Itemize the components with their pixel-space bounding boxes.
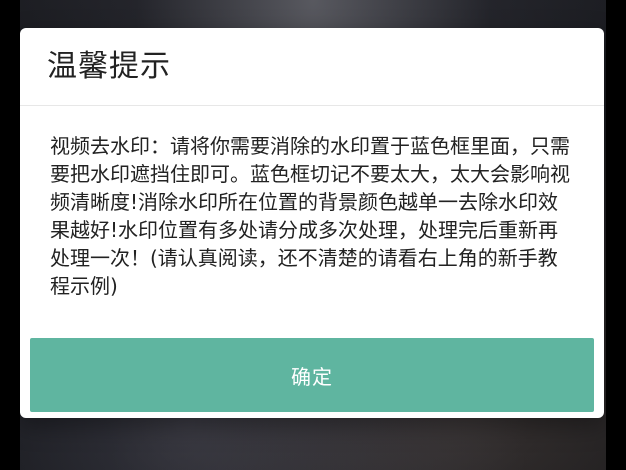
- dialog-message: 视频去水印：请将你需要消除的水印置于蓝色框里面，只需要把水印遮挡住即可。蓝色框切…: [50, 134, 570, 298]
- right-letterbox: [606, 0, 626, 470]
- confirm-button[interactable]: 确定: [30, 338, 594, 412]
- tip-dialog: 温馨提示 视频去水印：请将你需要消除的水印置于蓝色框里面，只需要把水印遮挡住即可…: [20, 28, 604, 418]
- confirm-button-label: 确定: [291, 364, 333, 389]
- screen: 温馨提示 视频去水印：请将你需要消除的水印置于蓝色框里面，只需要把水印遮挡住即可…: [0, 0, 626, 470]
- left-letterbox: [0, 0, 20, 470]
- dialog-body: 视频去水印：请将你需要消除的水印置于蓝色框里面，只需要把水印遮挡住即可。蓝色框切…: [20, 106, 604, 338]
- dialog-header: 温馨提示: [20, 28, 604, 106]
- dialog-title: 温馨提示: [47, 48, 171, 84]
